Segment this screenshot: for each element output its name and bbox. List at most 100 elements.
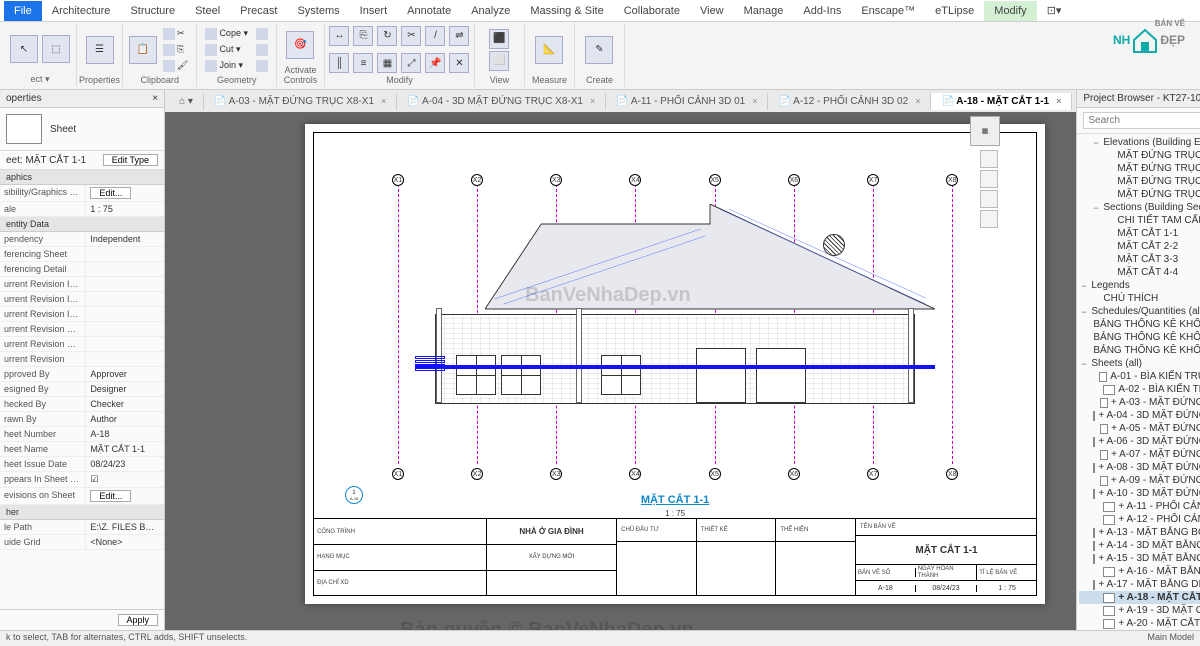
type-selector[interactable]: Sheet [0,108,164,151]
tree-item[interactable]: BẢNG THỐNG KÊ KHỐI LƯỢNG GẠCH ỐNG [1079,331,1200,344]
ribbon-tab-structure[interactable]: Structure [120,1,185,21]
ribbon-tab-insert[interactable]: Insert [350,1,398,21]
apply-button[interactable]: Apply [118,614,159,626]
view-tab[interactable]: 📄 A-12 - PHỐI CẢNH 3D 02× [768,93,931,110]
tree-item[interactable]: + A-04 - 3D MẶT ĐỨNG TRỤC X8-X1 [1079,409,1200,422]
ribbon-tab-analyze[interactable]: Analyze [461,1,520,21]
activate-icon[interactable]: 🎯 [286,31,314,59]
property-row[interactable]: ale1 : 75 [0,202,164,217]
tree-item[interactable]: + A-13 - MẶT BẰNG BỐ TRÍ VẬT DỤNG [1079,526,1200,539]
cut-icon[interactable]: ✂ [161,27,190,41]
property-row[interactable]: urrent Revision [0,352,164,367]
close-tab-icon[interactable]: × [1056,96,1061,106]
paste-icon[interactable]: 📋 [129,36,157,64]
tree-item[interactable]: MẶT CẮT 1-1 [1079,227,1200,240]
tree-item[interactable]: + A-16 - MẶT BẰNG LÁT GẠCH [1079,565,1200,578]
ribbon-tab-annotate[interactable]: Annotate [397,1,461,21]
trim-icon[interactable]: ✂ [401,26,421,46]
close-tab-icon[interactable]: × [752,96,757,106]
tree-item[interactable]: −Sheets (all) [1079,357,1200,370]
align-icon[interactable]: ≡ [353,53,373,73]
property-row[interactable]: urrent Revision Descripti... [0,337,164,352]
tree-item[interactable]: + A-05 - MẶT ĐỨNG TRỤC Y1-Y7 [1079,422,1200,435]
delete-icon[interactable]: ✕ [449,53,469,73]
tree-item[interactable]: A-01 - BÌA KIẾN TRÚC - KẾT CẤU [1079,370,1200,383]
edit-type-button[interactable]: Edit Type [103,154,158,166]
ribbon-tab-manage[interactable]: Manage [734,1,794,21]
pin-icon[interactable]: 📌 [425,53,445,73]
property-row[interactable]: ppears In Sheet List☑ [0,472,164,488]
ribbon-tab-file[interactable]: File [4,1,42,21]
property-row[interactable]: evisions on SheetEdit... [0,488,164,505]
copy-icon[interactable]: ⎘ [161,43,190,57]
orbit-icon[interactable] [980,210,998,228]
properties-icon[interactable]: ☰ [86,36,114,64]
ribbon-tab-architecture[interactable]: Architecture [42,1,121,21]
tree-item[interactable]: −Schedules/Quantities (all) [1079,305,1200,318]
ribbon-tab-more[interactable]: ⊡▾ [1037,0,1072,21]
property-row[interactable]: ferencing Sheet [0,247,164,262]
match-icon[interactable]: 🖌 [161,59,190,73]
tree-item[interactable]: MẶT CẮT 3-3 [1079,253,1200,266]
tree-item[interactable]: + A-08 - 3D MẶT ĐỨNG TRỤC Y7-Y1 [1079,461,1200,474]
tree-item[interactable]: + A-10 - 3D MẶT ĐỨNG TRỤC X1-X8 [1079,487,1200,500]
property-row[interactable]: heet Issue Date08/24/23 [0,457,164,472]
ribbon-tab-massingsite[interactable]: Massing & Site [520,1,613,21]
tree-item[interactable]: MẶT ĐỨNG TRỤC Y1-Y7 [1079,175,1200,188]
property-row[interactable]: urrent Revision Issued To [0,307,164,322]
view-tab[interactable]: 📄 A-18 - MẶT CẮT 1-1× [931,93,1072,110]
ribbon-tab-precast[interactable]: Precast [230,1,287,21]
ribbon-tab-steel[interactable]: Steel [185,1,230,21]
tree-item[interactable]: + A-15 - 3D MẶT BẰNG BỐ TRÍ VẬT DỤNG [1079,552,1200,565]
tree-item[interactable]: −Legends [1079,279,1200,292]
tree-item[interactable]: −Sections (Building Section) [1079,201,1200,214]
ribbon-tab-view[interactable]: View [690,1,734,21]
property-row[interactable]: rawn ByAuthor [0,412,164,427]
ribbon-tab-enscape[interactable]: Enscape™ [851,1,925,21]
join-btn[interactable]: Join ▾ [203,59,250,73]
close-tab-icon[interactable]: × [381,96,386,106]
close-tab-icon[interactable]: × [590,96,595,106]
tree-item[interactable]: + A-12 - PHỐI CẢNH 3D 02 [1079,513,1200,526]
close-icon[interactable]: × [152,93,158,104]
rotate-icon[interactable]: ↻ [377,26,397,46]
close-tab-icon[interactable]: × [915,96,920,106]
property-row[interactable]: heet NumberA-18 [0,427,164,442]
view-tab[interactable]: 📄 A-11 - PHỐI CẢNH 3D 01× [606,93,768,110]
select-icon[interactable]: ⬚ [42,35,70,63]
offset-icon[interactable]: ║ [329,53,349,73]
tree-item[interactable]: −Elevations (Building Elevation) [1079,136,1200,149]
create-icon[interactable]: ✎ [585,36,613,64]
ribbon-tab-modify[interactable]: Modify [984,1,1036,21]
cope-btn[interactable]: Cope ▾ [203,27,250,41]
tree-item[interactable]: A-02 - BÌA KIẾN TRÚC [1079,383,1200,396]
search-input[interactable] [1083,112,1200,129]
drawing-canvas[interactable]: X1X1X2X2X3X3X4X4X5X5X6X6X7X7X8X8 [165,112,1076,630]
property-row[interactable]: ferencing Detail [0,262,164,277]
tree-item[interactable]: CHÚ THÍCH [1079,292,1200,305]
cut-geom-btn[interactable]: Cut ▾ [203,43,250,57]
tree-item[interactable]: MẶT ĐỨNG TRỤC X8-X1 [1079,162,1200,175]
tree-item[interactable]: + A-03 - MẶT ĐỨNG TRỤC X8-X1 [1079,396,1200,409]
property-row[interactable]: hecked ByChecker [0,397,164,412]
zoom-icon[interactable] [980,190,998,208]
tree-item[interactable]: + A-09 - MẶT ĐỨNG TRỤC X1-X8 [1079,474,1200,487]
measure-icon[interactable]: 📐 [535,36,563,64]
tree-item[interactable]: BẢNG THỐNG KÊ KHỐI LƯỢNG GẠCH THẺ T [1079,318,1200,331]
tree-item[interactable]: + A-20 - MẶT CẮT 2-2 [1079,617,1200,630]
mirror-icon[interactable]: ⇌ [449,26,469,46]
tree-item[interactable]: + A-06 - 3D MẶT ĐỨNG TRỤC Y1-Y7 [1079,435,1200,448]
ribbon-tab-addins[interactable]: Add-Ins [793,1,851,21]
tree-item[interactable]: + A-17 - MẶT BẰNG DIỆN TÍCH SỬ DỤNG [1079,578,1200,591]
scale-icon[interactable]: ⤢ [401,53,421,73]
view-tab[interactable]: 📄 A-03 - MẶT ĐỨNG TRỤC X8-X1× [204,93,397,110]
move-icon[interactable]: ↔ [329,26,349,46]
property-row[interactable]: le PathE:\Z. FILES BUON BAN\NH... [0,520,164,535]
tree-item[interactable]: + A-11 - PHỐI CẢNH 3D 01 [1079,500,1200,513]
property-row[interactable]: urrent Revision Date [0,322,164,337]
tree-item[interactable]: + A-18 - MẶT CẮT 1-1 [1079,591,1200,604]
property-row[interactable]: urrent Revision Issued By [0,292,164,307]
nav-wheel-icon[interactable] [980,150,998,168]
ribbon-tab-collaborate[interactable]: Collaborate [614,1,690,21]
tree-item[interactable]: CHI TIẾT TAM CẤP [1079,214,1200,227]
